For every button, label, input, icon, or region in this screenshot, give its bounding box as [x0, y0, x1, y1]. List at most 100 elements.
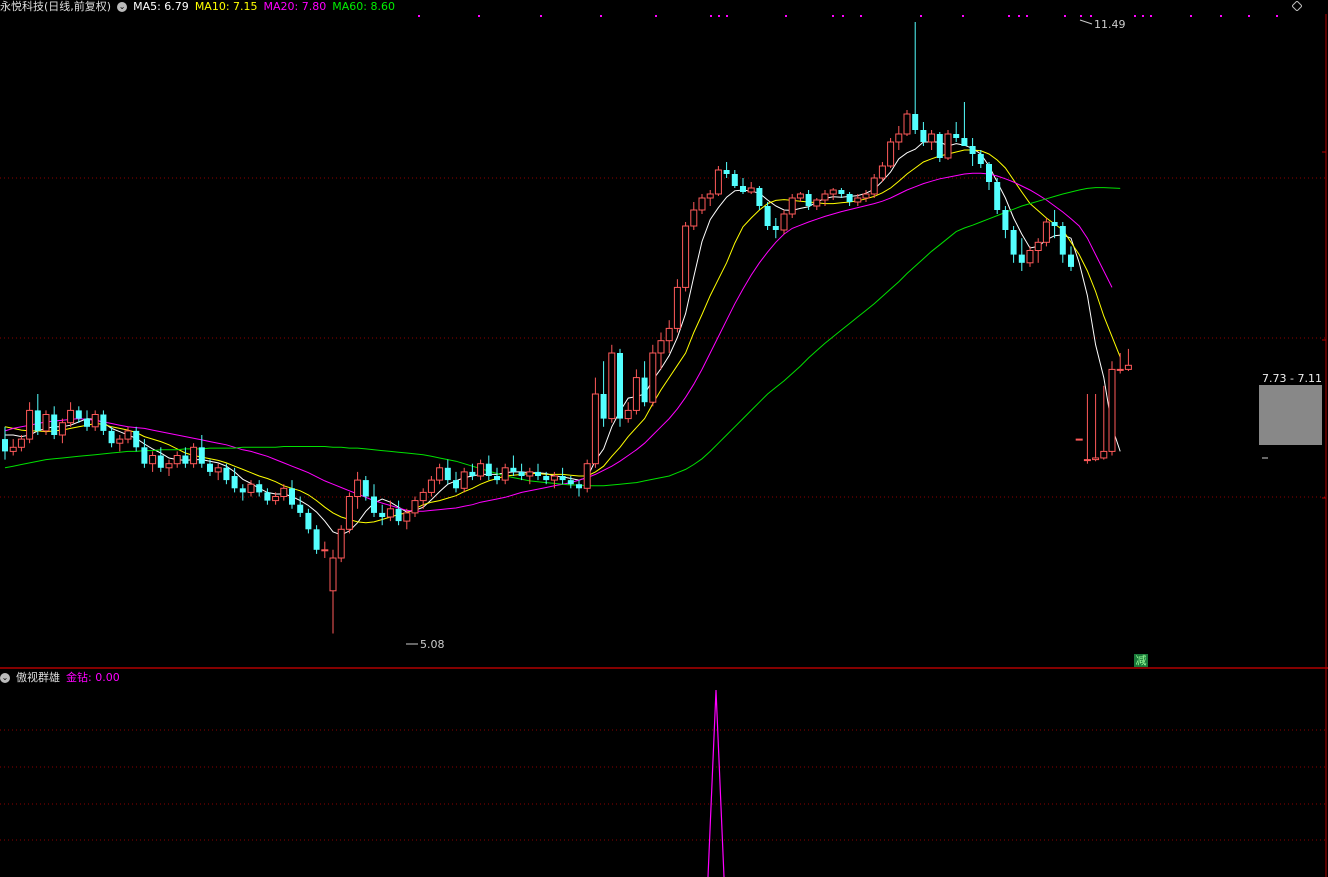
- candle-body: [1083, 459, 1091, 462]
- candle-body: [264, 492, 271, 501]
- candle-body: [632, 377, 640, 411]
- candle-body: [1051, 222, 1058, 226]
- candle-body: [535, 471, 541, 476]
- signal-dot: [710, 15, 712, 17]
- candle-body: [657, 340, 665, 354]
- candle-body: [518, 471, 525, 476]
- ma60-label: MA60: 8.60: [332, 0, 395, 13]
- candle-body: [1002, 210, 1009, 230]
- range-box: [1259, 385, 1322, 445]
- candle-body: [756, 188, 763, 206]
- candle-body: [75, 410, 82, 419]
- candle-body: [526, 471, 534, 477]
- candle-body: [780, 213, 788, 231]
- candle-body: [912, 114, 919, 130]
- candle-body: [920, 130, 927, 142]
- candle-body: [485, 463, 492, 476]
- candle-body: [411, 500, 419, 514]
- indicator-spike: [707, 689, 725, 877]
- candle-body: [838, 190, 845, 194]
- candle-body: [297, 504, 304, 513]
- candle-body: [665, 327, 673, 342]
- candle-body: [386, 508, 394, 518]
- candle-body: [247, 483, 255, 493]
- candle-body: [354, 479, 362, 498]
- candle-body: [280, 487, 288, 497]
- candle-body: [706, 193, 714, 199]
- candle-body: [1010, 230, 1017, 255]
- chevron-down-icon[interactable]: ⌄: [0, 673, 10, 683]
- candle-body: [67, 409, 75, 424]
- candle-body: [1034, 241, 1042, 252]
- chart-header: 永悦科技(日线,前复权) ⌄ MA5: 6.79 MA10: 7.15 MA20…: [0, 0, 395, 14]
- signal-dot: [540, 15, 542, 17]
- signal-dot: [1090, 15, 1092, 17]
- low-price-label: 5.08: [420, 638, 445, 651]
- candle-body: [453, 480, 459, 489]
- candle-body: [994, 182, 1001, 210]
- candle-body: [821, 193, 829, 201]
- candle-body: [854, 197, 862, 203]
- candle-body: [272, 496, 280, 502]
- reduce-badge: 减: [1134, 654, 1148, 667]
- candle-body: [764, 206, 771, 226]
- range-label: 7.73 - 7.11: [1262, 372, 1322, 385]
- candle-body: [714, 169, 722, 195]
- candle-body: [1075, 438, 1083, 441]
- signal-dot: [1064, 15, 1066, 17]
- candle-body: [289, 488, 295, 505]
- candle-body: [1042, 221, 1050, 243]
- candle-body: [313, 529, 320, 550]
- candle-body: [124, 430, 132, 440]
- candle-body: [617, 353, 623, 419]
- candle-body: [977, 154, 984, 164]
- candle-body: [698, 197, 706, 211]
- candle-body: [182, 455, 189, 464]
- high-pointer: [1079, 19, 1093, 25]
- ma20-label: MA20: 7.80: [263, 0, 327, 13]
- signal-dot: [962, 15, 964, 17]
- indicator-header: ⌄ 傲视群雄 金钻: 0.00: [0, 671, 120, 685]
- candle-body: [608, 352, 616, 420]
- signal-dot: [1142, 15, 1144, 17]
- signal-dot: [1248, 15, 1250, 17]
- candle-body: [190, 446, 198, 465]
- candle-body: [419, 491, 427, 502]
- stock-name: 永悦科技(日线,前复权): [0, 0, 112, 13]
- candle-body: [944, 133, 952, 159]
- candle-body: [772, 226, 779, 230]
- signal-dot: [726, 15, 728, 17]
- diamond-icon[interactable]: [1292, 1, 1302, 11]
- candle-body: [953, 134, 960, 138]
- candle-body: [100, 414, 107, 431]
- candle-body: [460, 471, 468, 489]
- candle-body: [1018, 254, 1025, 263]
- candle-body: [84, 418, 90, 427]
- ma-line-ma60: [4, 187, 1121, 487]
- signal-dot: [1008, 15, 1010, 17]
- candle-body: [223, 467, 230, 481]
- signal-dot: [1134, 15, 1136, 17]
- signal-dot: [1018, 15, 1020, 17]
- candle-body: [813, 199, 821, 207]
- candle-body: [26, 409, 34, 440]
- signal-dot: [842, 15, 844, 17]
- candle-body: [91, 414, 99, 428]
- candle-body: [887, 141, 895, 167]
- candle-body: [805, 194, 812, 206]
- candle-body: [641, 377, 648, 403]
- chevron-down-icon[interactable]: ⌄: [117, 2, 128, 12]
- candle-body: [379, 512, 386, 517]
- candle-body: [731, 174, 738, 186]
- candle-body: [559, 476, 566, 481]
- candle-body: [510, 467, 517, 472]
- candle-body: [395, 508, 402, 522]
- kline-chart[interactable]: 11.49 5.08 7.73 - 7.11: [0, 0, 1328, 877]
- ma5-label: MA5: 6.79: [133, 0, 189, 13]
- candle-body: [1100, 450, 1108, 459]
- signal-dot: [832, 15, 834, 17]
- signal-dot: [655, 15, 657, 17]
- candle-body: [690, 209, 698, 227]
- high-price-label: 11.49: [1094, 18, 1126, 31]
- candle-body: [1108, 368, 1116, 452]
